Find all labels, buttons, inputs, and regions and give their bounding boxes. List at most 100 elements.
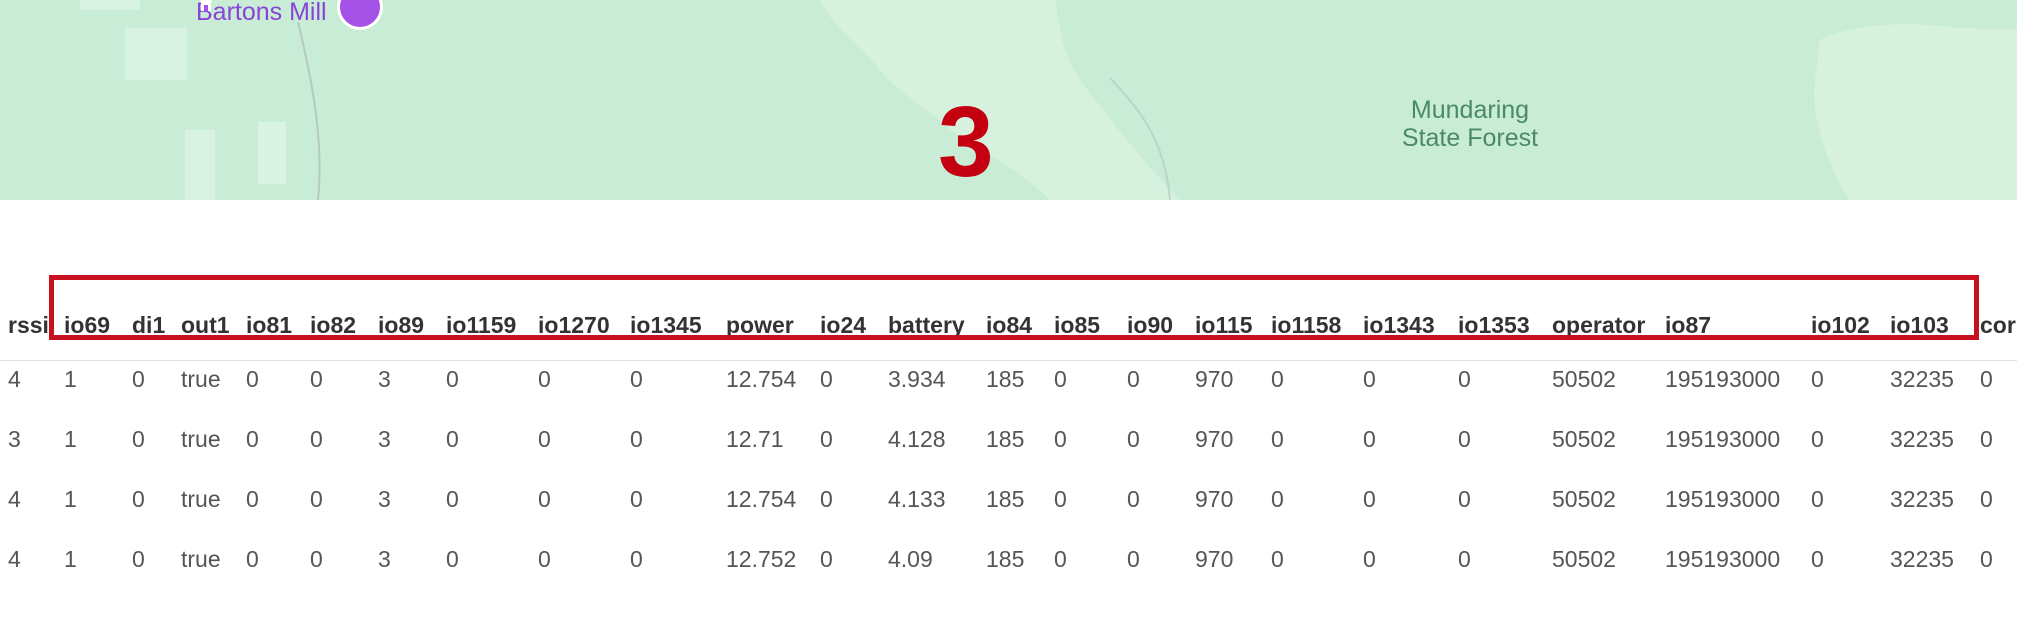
table-cell-io1353: 0 (1458, 366, 1471, 392)
table-cell-io1158: 0 (1271, 426, 1284, 452)
table-cell-io1158: 0 (1271, 486, 1284, 512)
table-cell-out1: true (181, 426, 221, 452)
table-cell-io1270: 0 (538, 426, 551, 452)
table-cell-io1343: 0 (1363, 486, 1376, 512)
data-table: rssi io69 di1 out1 io81 io82 io89 io1159 io1270 i… (0, 300, 2017, 619)
map-area-label: Mundaring State Forest (1380, 96, 1560, 152)
map-view[interactable]: Bartons Mill Mundaring State Forest 3 (0, 0, 2017, 200)
table-cell-power: 12.752 (726, 546, 797, 572)
forest-label-line2: State Forest (1401, 124, 1539, 152)
table-cell-out1: true (181, 486, 221, 512)
table-cell-io90: 0 (1127, 426, 1140, 452)
table-cell-io87: 195193000 (1665, 426, 1781, 452)
table-cell-io115: 970 (1195, 426, 1234, 452)
table-cell-io85: 0 (1054, 426, 1067, 452)
table-cell-io82: 0 (310, 366, 323, 392)
table-cell-cor: 0 (1980, 546, 1993, 572)
table-cell-io1270: 0 (538, 366, 551, 392)
table-cell-io24: 0 (820, 546, 833, 572)
poi-pin-icon[interactable] (199, 0, 383, 30)
table-row[interactable]: 4 1 0 true 0 0 3 0 0 0 12.754 0 3.934 185 0 0 970 0 0 0 5050… (0, 366, 2017, 426)
table-cell-io1159: 0 (446, 546, 459, 572)
table-cell-io82: 0 (310, 426, 323, 452)
table-cell-io81: 0 (246, 486, 259, 512)
table-cell-out1: true (181, 546, 221, 572)
table-cell-di1: 0 (132, 546, 145, 572)
table-cell-io69: 1 (64, 366, 77, 392)
table-cell-io102: 0 (1811, 366, 1824, 392)
map-terrain (80, 0, 2017, 200)
table-cell-battery: 3.934 (888, 366, 946, 392)
table-row[interactable]: 4 1 0 true 0 0 3 0 0 0 12.754 0 4.133 185 0 0 970 0 0 0 5050… (0, 486, 2017, 546)
table-cell-io1343: 0 (1363, 426, 1376, 452)
table-cell-io1353: 0 (1458, 546, 1471, 572)
table-row[interactable]: 3 1 0 true 0 0 3 0 0 0 12.71 0 4.128 185 0 0 970 0 0 0 50502… (0, 426, 2017, 486)
column-header-cor[interactable]: cor (1980, 312, 2016, 339)
table-cell-io1158: 0 (1271, 366, 1284, 392)
table-cell-rssi: 3 (8, 426, 21, 452)
table-cell-cor: 0 (1980, 486, 1993, 512)
table-cell-io89: 3 (378, 366, 391, 392)
table-row[interactable]: 4 1 0 true 0 0 3 0 0 0 12.752 0 4.09 185 0 0 970 0 0 0 50502… (0, 546, 2017, 606)
table-cell-io1345: 0 (630, 426, 643, 452)
table-cell-power: 12.754 (726, 486, 797, 512)
table-cell-operator: 50502 (1552, 486, 1616, 512)
table-cell-io84: 185 (986, 366, 1025, 392)
table-cell-operator: 50502 (1552, 426, 1616, 452)
table-cell-io24: 0 (820, 486, 833, 512)
table-cell-io1345: 0 (630, 486, 643, 512)
table-cell-io81: 0 (246, 546, 259, 572)
table-cell-io1159: 0 (446, 426, 459, 452)
table-cell-io1159: 0 (446, 486, 459, 512)
table-cell-io103: 32235 (1890, 366, 1954, 392)
table-cell-io103: 32235 (1890, 486, 1954, 512)
table-cell-di1: 0 (132, 426, 145, 452)
table-cell-io89: 3 (378, 426, 391, 452)
table-cell-io102: 0 (1811, 486, 1824, 512)
table-cell-cor: 0 (1980, 426, 1993, 452)
table-cell-io102: 0 (1811, 546, 1824, 572)
table-cell-battery: 4.09 (888, 546, 933, 572)
table-cell-io85: 0 (1054, 366, 1067, 392)
table-cell-io84: 185 (986, 486, 1025, 512)
table-cell-io90: 0 (1127, 366, 1140, 392)
table-cell-io90: 0 (1127, 486, 1140, 512)
table-cell-cor: 0 (1980, 366, 1993, 392)
table-cell-io24: 0 (820, 366, 833, 392)
table-cell-out1: true (181, 366, 221, 392)
table-cell-io87: 195193000 (1665, 546, 1781, 572)
table-cell-io69: 1 (64, 486, 77, 512)
table-cell-io90: 0 (1127, 546, 1140, 572)
table-cell-di1: 0 (132, 486, 145, 512)
table-cell-io82: 0 (310, 546, 323, 572)
table-cell-io115: 970 (1195, 486, 1234, 512)
table-cell-io89: 3 (378, 546, 391, 572)
highlight-box (49, 275, 1979, 340)
table-cell-io82: 0 (310, 486, 323, 512)
table-cell-io85: 0 (1054, 486, 1067, 512)
table-cell-rssi: 4 (8, 366, 21, 392)
table-cell-io103: 32235 (1890, 546, 1954, 572)
table-cell-io1270: 0 (538, 546, 551, 572)
table-cell-io115: 970 (1195, 546, 1234, 572)
table-cell-io1353: 0 (1458, 486, 1471, 512)
column-header-rssi[interactable]: rssi (8, 312, 49, 339)
table-cell-io69: 1 (64, 426, 77, 452)
table-cell-io1353: 0 (1458, 426, 1471, 452)
forest-label-line1: Mundaring (1410, 96, 1530, 124)
table-cell-battery: 4.128 (888, 426, 946, 452)
table-cell-power: 12.71 (726, 426, 784, 452)
table-cell-io103: 32235 (1890, 426, 1954, 452)
table-cell-io87: 195193000 (1665, 366, 1781, 392)
table-cell-io102: 0 (1811, 426, 1824, 452)
table-cell-io81: 0 (246, 426, 259, 452)
poi-bartons-mill[interactable]: Bartons Mill (196, 0, 383, 30)
table-cell-power: 12.754 (726, 366, 797, 392)
table-cell-battery: 4.133 (888, 486, 946, 512)
building-icon (199, 0, 213, 11)
table-cell-operator: 50502 (1552, 366, 1616, 392)
table-cell-io85: 0 (1054, 546, 1067, 572)
table-cell-io1345: 0 (630, 366, 643, 392)
table-cell-io1343: 0 (1363, 546, 1376, 572)
table-cell-io84: 185 (986, 426, 1025, 452)
